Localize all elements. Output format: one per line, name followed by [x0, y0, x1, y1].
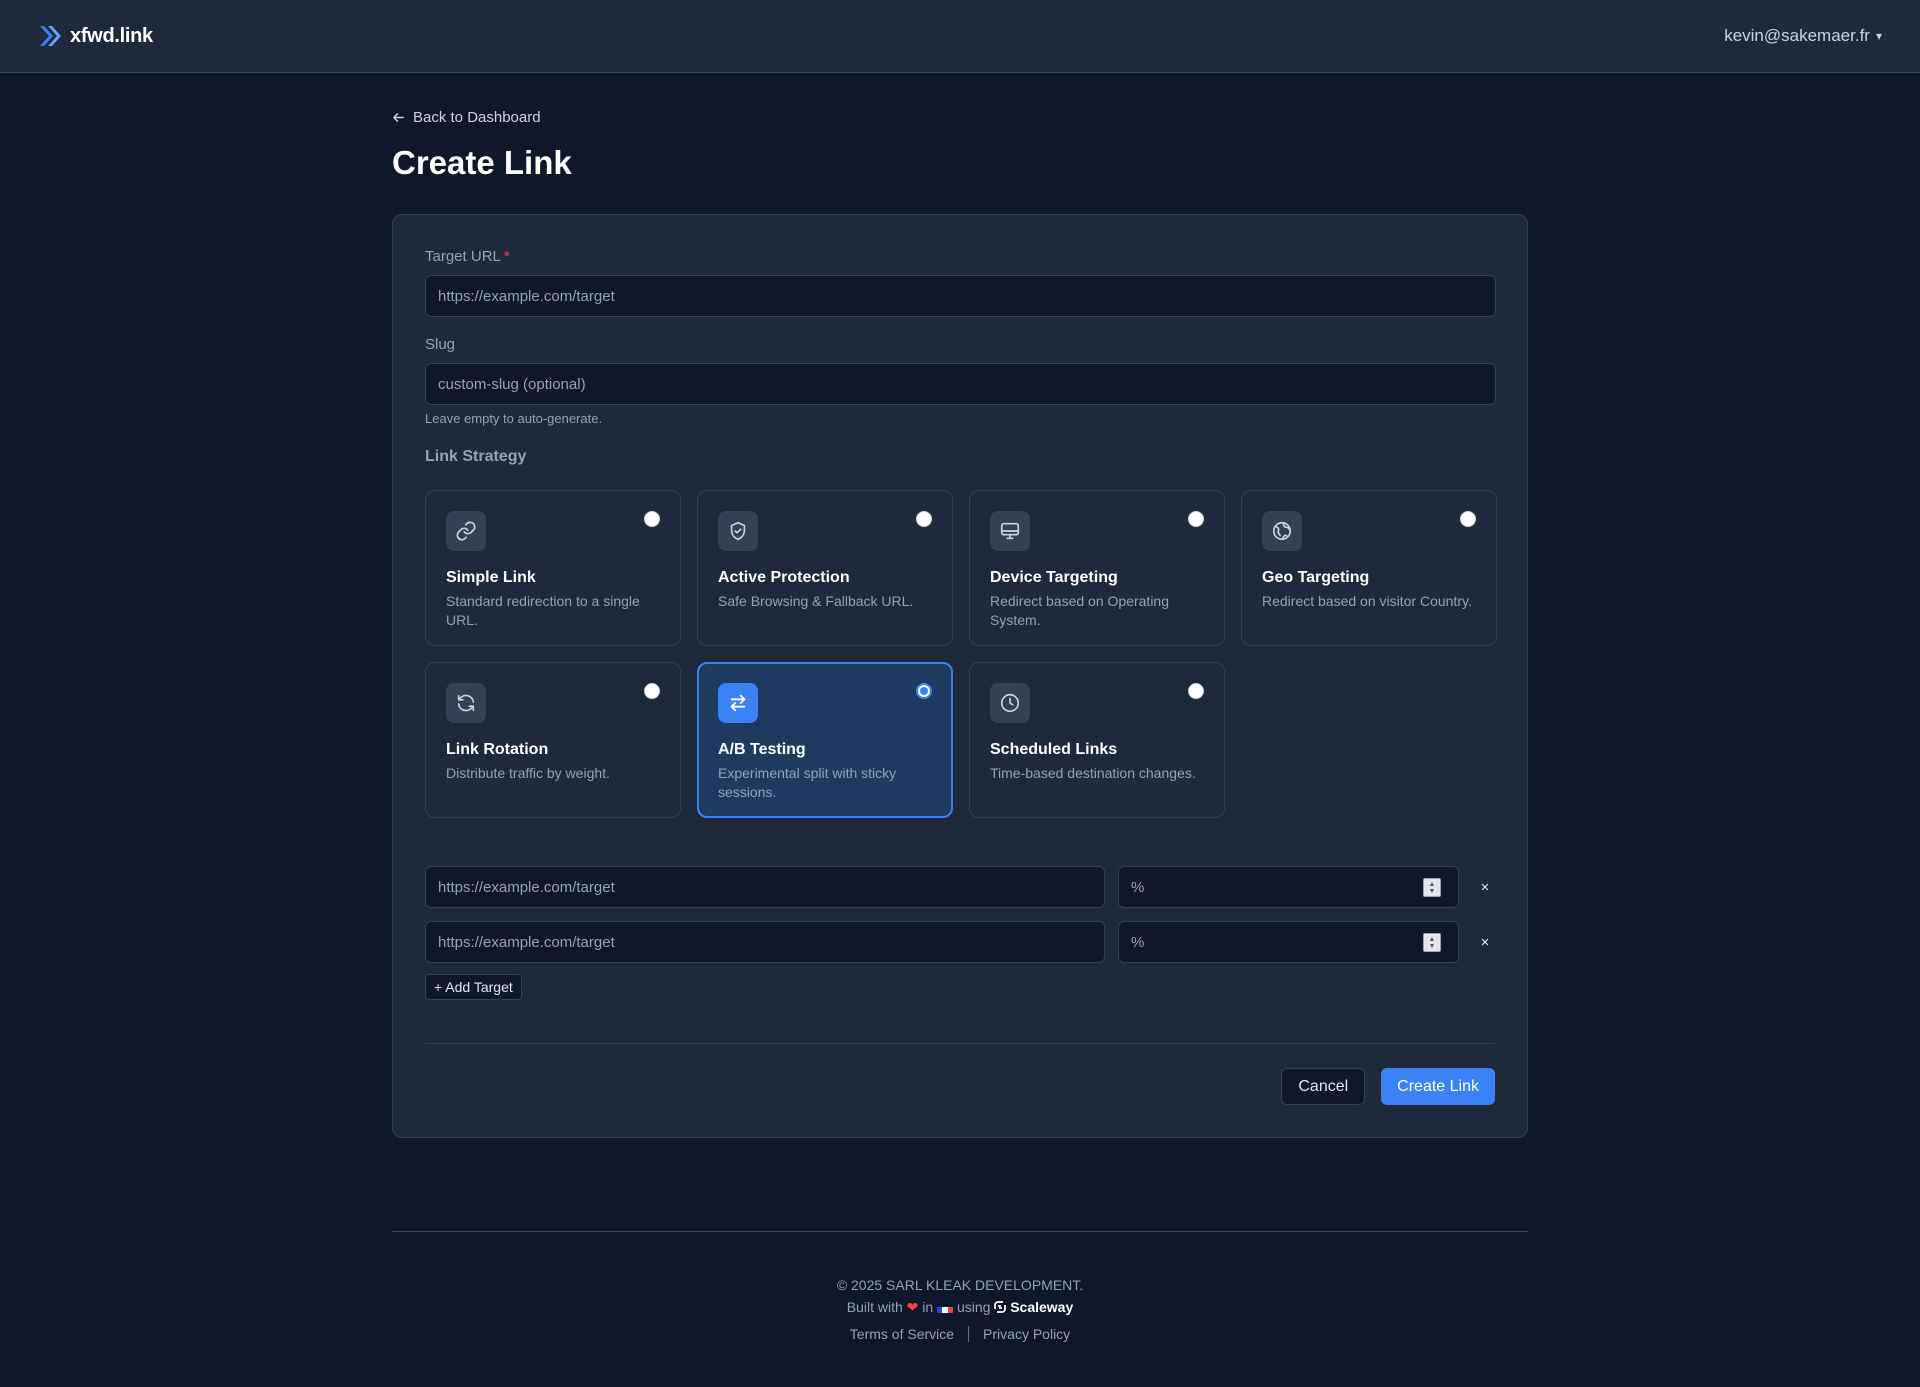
clock-icon	[1000, 693, 1020, 713]
strategy-description: Distribute traffic by weight.	[446, 765, 610, 781]
strategy-icon-box	[1262, 511, 1302, 551]
link-icon	[456, 521, 476, 541]
strategy-icon-box	[990, 683, 1030, 723]
strategy-option-simple-link[interactable]: Simple Link Standard redirection to a si…	[425, 490, 681, 646]
strategy-option-link-rotation[interactable]: Link Rotation Distribute traffic by weig…	[425, 662, 681, 818]
strategy-radio-selected[interactable]	[916, 683, 932, 699]
weight-field: ▲▼	[1118, 921, 1459, 963]
form-divider	[425, 1043, 1495, 1044]
slug-input[interactable]	[425, 363, 1496, 405]
strategy-option-geo-targeting[interactable]: Geo Targeting Redirect based on visitor …	[1241, 490, 1497, 646]
strategy-description: Redirect based on visitor Country.	[1262, 593, 1472, 609]
target-url-label: Target URL *	[425, 247, 1495, 267]
footer-built-with: Built with ❤ in using Scaleway	[392, 1296, 1528, 1318]
privacy-policy-link[interactable]: Privacy Policy	[983, 1326, 1070, 1342]
user-menu-dropdown[interactable]: kevin@sakemaer.fr ▾	[1724, 26, 1882, 46]
strategy-option-active-protection[interactable]: Active Protection Safe Browsing & Fallba…	[697, 490, 953, 646]
back-to-dashboard-link[interactable]: Back to Dashboard	[392, 107, 1528, 127]
strategy-icon-box	[990, 511, 1030, 551]
heart-icon: ❤	[906, 1299, 919, 1315]
strategy-grid: Simple Link Standard redirection to a si…	[425, 490, 1497, 818]
scaleway-brand: Scaleway	[1010, 1299, 1074, 1315]
cancel-button[interactable]: Cancel	[1281, 1068, 1366, 1105]
required-asterisk: *	[503, 248, 510, 265]
user-email: kevin@sakemaer.fr	[1724, 26, 1870, 45]
strategy-option-ab-testing[interactable]: A/B Testing Experimental split with stic…	[697, 662, 953, 818]
terms-of-service-link[interactable]: Terms of Service	[850, 1326, 954, 1342]
strategy-title: Active Protection	[718, 569, 850, 586]
weight-percent-input[interactable]	[1118, 921, 1459, 963]
rotate-icon	[457, 694, 475, 712]
strategy-title: Scheduled Links	[990, 741, 1118, 758]
footer-link-separator	[968, 1326, 970, 1342]
strategy-title: Geo Targeting	[1262, 569, 1370, 586]
form-actions: Cancel Create Link	[1281, 1068, 1495, 1105]
shield-icon	[730, 521, 746, 541]
brand-logo-link[interactable]: xfwd.link	[38, 23, 153, 49]
using-text: using	[956, 1299, 991, 1315]
strategy-description: Redirect based on Operating System.	[990, 593, 1169, 628]
target-url-variant-input[interactable]	[425, 866, 1105, 908]
weight-field: ▲▼	[1118, 866, 1459, 908]
page-title: Create Link	[392, 144, 572, 181]
built-with-text: Built with	[846, 1299, 903, 1315]
double-chevron-logo-icon	[40, 26, 61, 46]
strategy-description: Standard redirection to a single URL.	[446, 593, 640, 628]
swap-arrows-icon	[730, 694, 746, 712]
number-stepper-icon[interactable]: ▲ ▼	[1423, 878, 1441, 897]
scaleway-logo-icon	[994, 1301, 1007, 1313]
slug-hint: Leave empty to auto-generate.	[425, 411, 603, 426]
globe-icon	[1272, 521, 1292, 541]
remove-target-button[interactable]: ×	[1475, 932, 1495, 952]
strategy-radio[interactable]	[1188, 511, 1204, 527]
target-url-label-text: Target URL	[425, 248, 501, 265]
caret-down-icon: ▾	[1875, 29, 1882, 43]
number-stepper-icon[interactable]: ▲ ▼	[1423, 933, 1441, 952]
target-row: ▲▼ ×	[425, 866, 1495, 908]
add-target-button[interactable]: + Add Target	[425, 974, 522, 1000]
main-content: Back to Dashboard Create Link Target URL…	[392, 73, 1528, 1138]
strategy-option-scheduled-links[interactable]: Scheduled Links Time-based destination c…	[969, 662, 1225, 818]
target-url-input[interactable]	[425, 275, 1496, 317]
target-row: ▲▼ ×	[425, 921, 1495, 963]
strategy-title: Simple Link	[446, 569, 536, 586]
strategy-icon-box	[718, 511, 758, 551]
weight-percent-input[interactable]	[1118, 866, 1459, 908]
ab-targets-list: ▲▼ × ▲▼ × + Add Target	[425, 866, 1495, 1000]
strategy-option-device-targeting[interactable]: Device Targeting Redirect based on Opera…	[969, 490, 1225, 646]
create-link-button[interactable]: Create Link	[1381, 1068, 1495, 1105]
strategy-radio[interactable]	[644, 683, 660, 699]
footer: © 2025 SARL KLEAK DEVELOPMENT. Built wit…	[392, 1274, 1528, 1342]
remove-target-button[interactable]: ×	[1475, 877, 1495, 897]
strategy-radio[interactable]	[1188, 683, 1204, 699]
strategy-radio[interactable]	[1460, 511, 1476, 527]
create-link-form-card: Target URL* Slug Leave empty to auto-gen…	[392, 214, 1528, 1138]
strategy-radio[interactable]	[916, 511, 932, 527]
strategy-icon-box	[718, 683, 758, 723]
strategy-radio[interactable]	[644, 511, 660, 527]
monitor-icon	[1000, 522, 1020, 540]
strategy-icon-box	[446, 683, 486, 723]
footer-copyright: © 2025 SARL KLEAK DEVELOPMENT.	[836, 1277, 1084, 1293]
strategy-description: Experimental split with sticky sessions.	[718, 765, 897, 800]
strategy-title: Link Rotation	[446, 741, 549, 758]
in-text: in	[922, 1299, 934, 1315]
strategy-title: A/B Testing	[718, 741, 806, 758]
target-url-variant-input[interactable]	[425, 921, 1105, 963]
link-strategy-label: Link Strategy	[425, 448, 527, 465]
top-navbar: xfwd.link kevin@sakemaer.fr ▾	[0, 0, 1920, 73]
footer-divider	[392, 1231, 1528, 1232]
arrow-left-icon	[393, 112, 404, 122]
slug-label: Slug	[425, 336, 456, 353]
strategy-title: Device Targeting	[990, 569, 1118, 586]
brand-name: xfwd.link	[70, 24, 153, 47]
strategy-description: Time-based destination changes.	[990, 765, 1196, 781]
back-link-label: Back to Dashboard	[413, 108, 541, 126]
footer-links: Terms of Service Privacy Policy	[392, 1326, 1528, 1342]
strategy-description: Safe Browsing & Fallback URL.	[718, 593, 914, 609]
french-flag-icon	[937, 1302, 954, 1313]
strategy-icon-box	[446, 511, 486, 551]
